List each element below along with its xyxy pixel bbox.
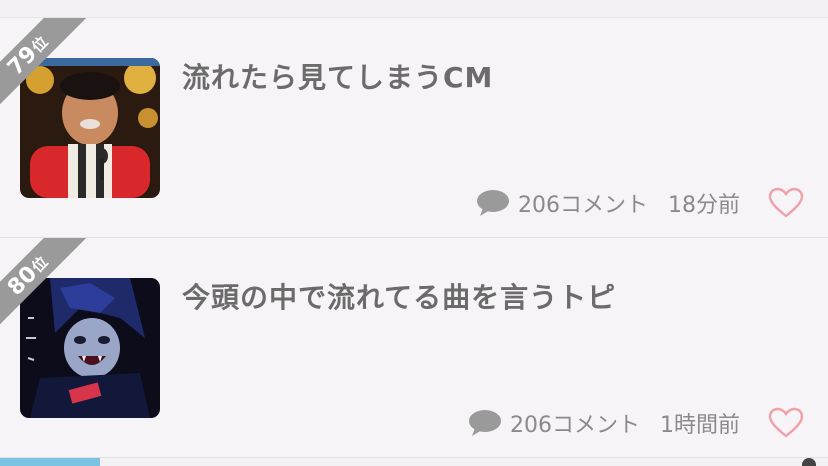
topic-row[interactable]: 80 位 今頭の中で流れてる曲を言うトピ 206コメント 1時間前 [0,238,828,458]
topic-list: 79 位 流れたら見てしまうCM 206コメント 18分前 80 位 今頭の中で… [0,18,828,458]
comment-count: 206コメント [510,413,640,438]
comment-bubble-icon [469,410,501,436]
topic-meta: 206コメント 1時間前 [468,407,804,439]
next-row-accent [0,458,100,466]
topic-thumbnail[interactable] [20,58,160,198]
topic-title[interactable]: 今頭の中で流れてる曲を言うトピ [182,276,616,316]
posted-time: 1時間前 [660,413,740,438]
next-row-edge [0,458,828,466]
posted-time: 18分前 [668,193,740,218]
scroll-indicator [802,458,816,466]
topic-meta: 206コメント 18分前 [476,187,804,219]
comment-bubble-icon [477,190,509,216]
topic-thumbnail[interactable] [20,278,160,418]
person-photo-thumbnail [20,58,160,198]
topic-title[interactable]: 流れたら見てしまうCM [182,56,493,96]
topic-row[interactable]: 79 位 流れたら見てしまうCM 206コメント 18分前 [0,18,828,238]
heart-icon[interactable] [768,187,804,219]
illustration-thumbnail [20,278,160,418]
comment-count: 206コメント [518,193,648,218]
heart-icon[interactable] [768,407,804,439]
top-divider [0,0,828,18]
